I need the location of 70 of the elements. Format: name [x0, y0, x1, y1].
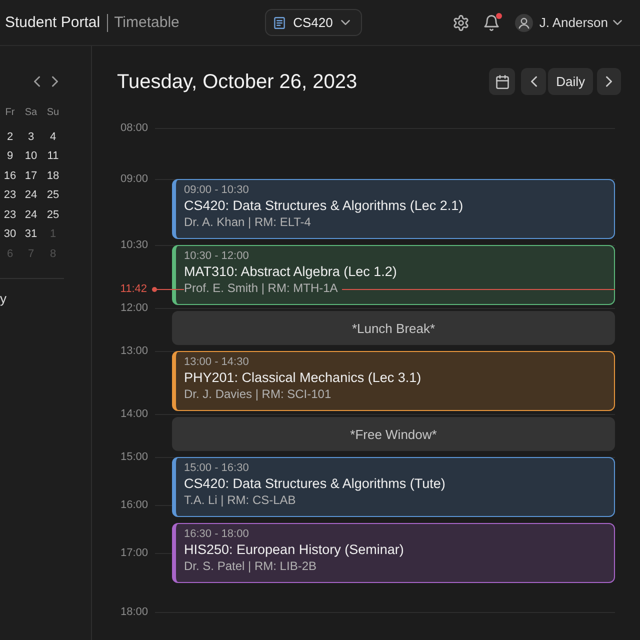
avatar-icon	[515, 14, 534, 32]
chevron-down-icon	[340, 20, 350, 25]
calendar-day[interactable]: 24	[24, 188, 38, 202]
time-label: 16:00	[119, 498, 148, 512]
time-label: 08:00	[119, 121, 148, 135]
calendar-day[interactable]: 18	[46, 168, 60, 183]
date-title: Tuesday, October 26, 2023	[117, 70, 358, 94]
course-selector[interactable]: CS420	[265, 9, 362, 36]
calendar-day[interactable]: 23	[4, 208, 16, 222]
break-slot: *Free Window*	[172, 417, 615, 451]
time-label: 12:00	[119, 301, 148, 315]
view-mode-button[interactable]: Daily	[548, 68, 593, 95]
settings-icon[interactable]	[453, 14, 470, 30]
event-details: Prof. E. Smith | RM: MTH-1A	[184, 280, 342, 296]
calendar-day[interactable]: 25	[46, 208, 60, 222]
page-section-title: Timetable	[114, 14, 180, 32]
event-time: 10:30 - 12:00	[184, 249, 249, 263]
calendar-day[interactable]: 2	[6, 130, 14, 144]
event-card[interactable]: 15:00 - 16:30 CS420: Data Structures & Algorithms (Tute) T.A. Li | RM: CS-LAB	[172, 457, 615, 517]
sidebar-section-label: y	[0, 291, 6, 307]
weekday-label: Su	[46, 106, 60, 120]
weekday-label: Fr	[4, 106, 16, 120]
chevron-right-icon[interactable]	[52, 76, 58, 86]
calendar-day[interactable]: 25	[46, 188, 60, 202]
calendar-button[interactable]	[489, 68, 516, 95]
event-card[interactable]: 13:00 - 14:30 PHY201: Classical Mechanics (Lec 3.1) Dr. J. Davies | RM: SCI-101	[172, 351, 615, 411]
calendar-day[interactable]: 9	[6, 149, 14, 164]
app-title: Student Portal	[5, 14, 100, 32]
chevron-right-icon	[606, 76, 612, 87]
event-title: MAT310: Abstract Algebra (Lec 1.2)	[184, 263, 397, 280]
event-title: HIS250: European History (Seminar)	[184, 541, 404, 558]
event-card[interactable]: 09:00 - 10:30 CS420: Data Structures & Algorithms (Lec 2.1) Dr. A. Khan | RM: ELT-4	[172, 179, 615, 239]
document-icon	[274, 16, 286, 28]
time-label: 10:30	[119, 238, 148, 252]
weekday-label: Sa	[24, 106, 38, 120]
current-time-label: 11:42	[119, 282, 147, 296]
calendar-day[interactable]: 30	[4, 227, 16, 242]
event-title: PHY201: Classical Mechanics (Lec 3.1)	[184, 369, 422, 386]
calendar-icon	[496, 74, 509, 88]
time-label: 18:00	[119, 605, 148, 619]
time-label: 13:00	[119, 344, 148, 358]
event-title: CS420: Data Structures & Algorithms (Tute)	[184, 475, 446, 492]
calendar-day[interactable]: 4	[50, 130, 56, 144]
calendar-day[interactable]: 10	[24, 149, 38, 164]
time-label: 17:00	[119, 546, 148, 560]
chevron-left-icon	[530, 76, 537, 87]
break-slot: *Lunch Break*	[172, 311, 615, 345]
calendar-day[interactable]: 23	[4, 188, 16, 202]
user-menu-button[interactable]: J. Anderson	[515, 14, 622, 32]
time-label: 15:00	[119, 450, 148, 464]
event-time: 13:00 - 14:30	[184, 355, 249, 369]
event-card[interactable]: 10:30 - 12:00 MAT310: Abstract Algebra (Lec 1.2) Prof. E. Smith | RM: MTH-1A	[172, 245, 615, 305]
event-time: 16:30 - 18:00	[184, 527, 249, 541]
chevron-down-icon	[613, 20, 622, 25]
event-time: 15:00 - 16:30	[184, 461, 249, 475]
event-card[interactable]: 16:30 - 18:00 HIS250: European History (Seminar) Dr. S. Patel | RM: LIB-2B	[172, 523, 615, 583]
calendar-day[interactable]: 24	[24, 208, 38, 222]
event-title: CS420: Data Structures & Algorithms (Lec 2.1)	[184, 197, 464, 214]
next-day-button[interactable]	[597, 68, 621, 95]
chevron-left-icon[interactable]	[34, 76, 40, 86]
previous-day-button[interactable]	[521, 68, 546, 95]
time-label: 09:00	[119, 172, 148, 186]
calendar-day[interactable]: 11	[47, 149, 59, 164]
calendar-day[interactable]: 17	[24, 168, 38, 183]
event-time: 09:00 - 10:30	[184, 183, 249, 197]
calendar-day[interactable]: 31	[24, 227, 38, 242]
time-label: 14:00	[119, 407, 148, 421]
calendar-day[interactable]: 16	[4, 168, 16, 183]
bell-icon[interactable]	[484, 14, 500, 30]
calendar-day[interactable]: 3	[28, 130, 34, 144]
